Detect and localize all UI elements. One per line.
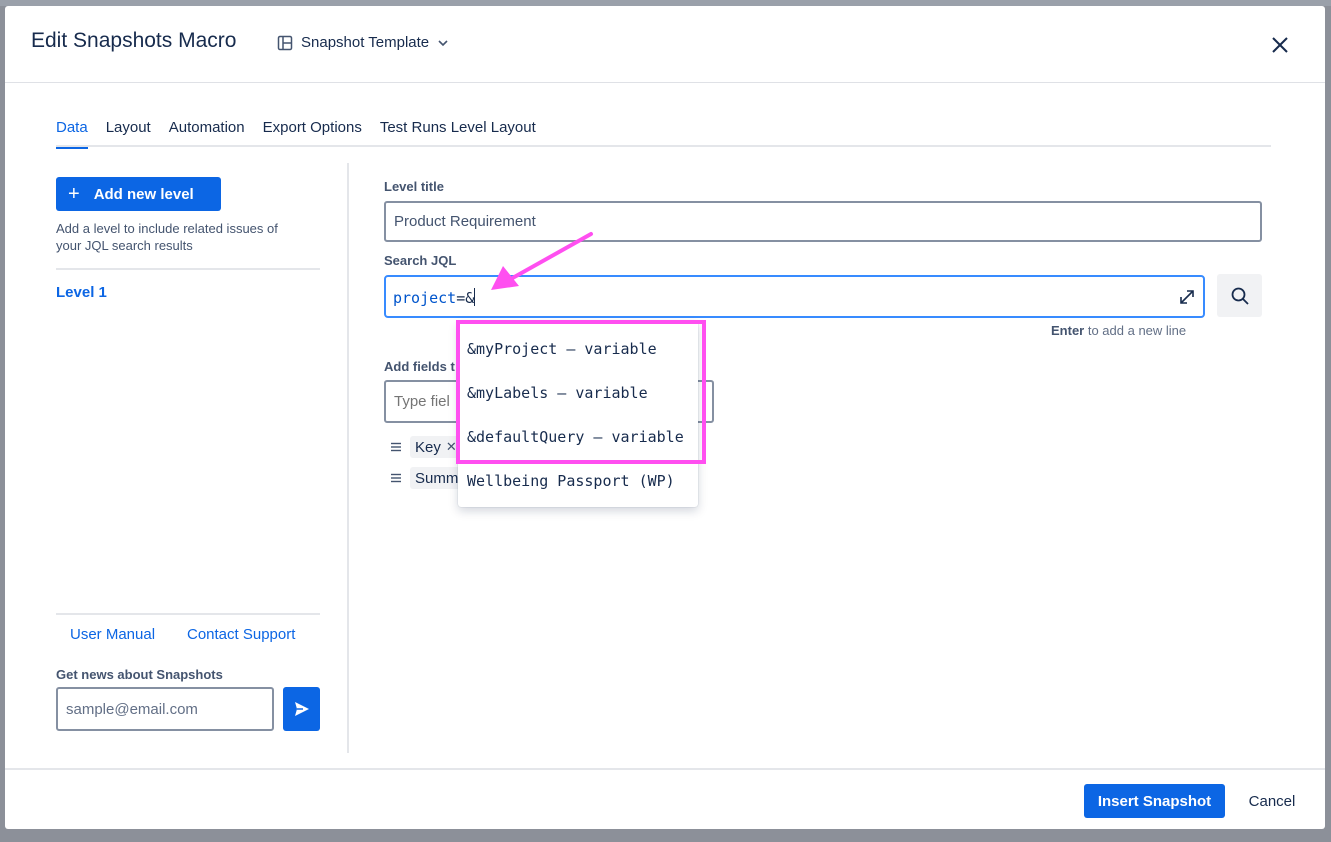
sidebar-item-level-1[interactable]: Level 1 — [56, 284, 107, 301]
chevron-down-icon — [438, 39, 448, 46]
level-title-input[interactable] — [384, 201, 1262, 242]
news-label: Get news about Snapshots — [56, 667, 223, 682]
sidebar-divider — [56, 268, 320, 270]
field-chip-label: Key — [415, 438, 441, 456]
add-level-help-text: Add a level to include related issues of… — [56, 221, 278, 253]
newsletter-send-button[interactable] — [283, 687, 320, 731]
add-new-level-button[interactable]: + Add new level — [56, 177, 221, 211]
panel-divider — [347, 163, 349, 753]
sidebar-footer-divider — [56, 613, 320, 615]
text-caret — [474, 288, 476, 306]
layout-template-icon — [277, 35, 293, 50]
newsletter-email-input[interactable] — [56, 687, 274, 731]
insert-snapshot-button[interactable]: Insert Snapshot — [1084, 784, 1225, 818]
drag-handle-icon[interactable] — [390, 472, 402, 484]
cancel-button[interactable]: Cancel — [1237, 784, 1307, 818]
tab-layout[interactable]: Layout — [106, 119, 151, 147]
tab-export-options[interactable]: Export Options — [263, 119, 362, 147]
tab-test-runs-level-layout[interactable]: Test Runs Level Layout — [380, 119, 536, 147]
add-new-level-label: Add new level — [93, 185, 194, 203]
jql-autocomplete-dropdown: &myProject – variable &myLabels – variab… — [458, 321, 698, 507]
expand-icon[interactable] — [1177, 287, 1197, 307]
jql-operator: =& — [456, 289, 475, 307]
plus-icon: + — [68, 183, 80, 205]
send-icon — [294, 702, 309, 716]
add-fields-label: Add fields t — [384, 359, 455, 374]
modal-title: Edit Snapshots Macro — [31, 29, 237, 52]
search-jql-input[interactable]: project=& — [384, 275, 1205, 318]
close-icon — [1272, 37, 1288, 53]
autocomplete-item[interactable]: &myProject – variable — [467, 340, 657, 358]
user-manual-link[interactable]: User Manual — [70, 626, 155, 643]
tab-data[interactable]: Data — [56, 119, 88, 149]
close-button[interactable] — [1267, 32, 1293, 58]
template-select[interactable]: Snapshot Template — [277, 34, 449, 51]
modal-footer: Insert Snapshot Cancel — [5, 768, 1325, 829]
tab-bar: Data Layout Automation Export Options Te… — [56, 119, 1271, 149]
field-row-key: Key ✕ — [390, 436, 462, 458]
enter-hint-text: to add a new line — [1084, 323, 1187, 338]
jql-keyword: project — [393, 289, 457, 307]
level-title-label: Level title — [384, 179, 444, 194]
autocomplete-item[interactable]: &myLabels – variable — [467, 384, 648, 402]
tab-automation[interactable]: Automation — [169, 119, 245, 147]
autocomplete-item[interactable]: Wellbeing Passport (WP) — [467, 472, 675, 490]
autocomplete-item[interactable]: &defaultQuery – variable — [467, 428, 684, 446]
search-jql-label: Search JQL — [384, 253, 457, 268]
jql-query-text: project=& — [393, 288, 476, 307]
edit-snapshots-modal: Edit Snapshots Macro Snapshot Template D… — [5, 6, 1325, 829]
template-select-label: Snapshot Template — [301, 34, 430, 51]
contact-support-link[interactable]: Contact Support — [187, 626, 295, 643]
field-chip-key: Key ✕ — [410, 436, 462, 458]
jql-search-button[interactable] — [1217, 274, 1262, 317]
enter-hint-key: Enter — [1051, 323, 1085, 338]
modal-header: Edit Snapshots Macro Snapshot Template — [5, 6, 1325, 83]
enter-hint: Enter to add a new line — [1051, 323, 1186, 338]
search-icon — [1231, 287, 1249, 305]
remove-field-icon[interactable]: ✕ — [446, 439, 457, 455]
drag-handle-icon[interactable] — [390, 441, 402, 453]
